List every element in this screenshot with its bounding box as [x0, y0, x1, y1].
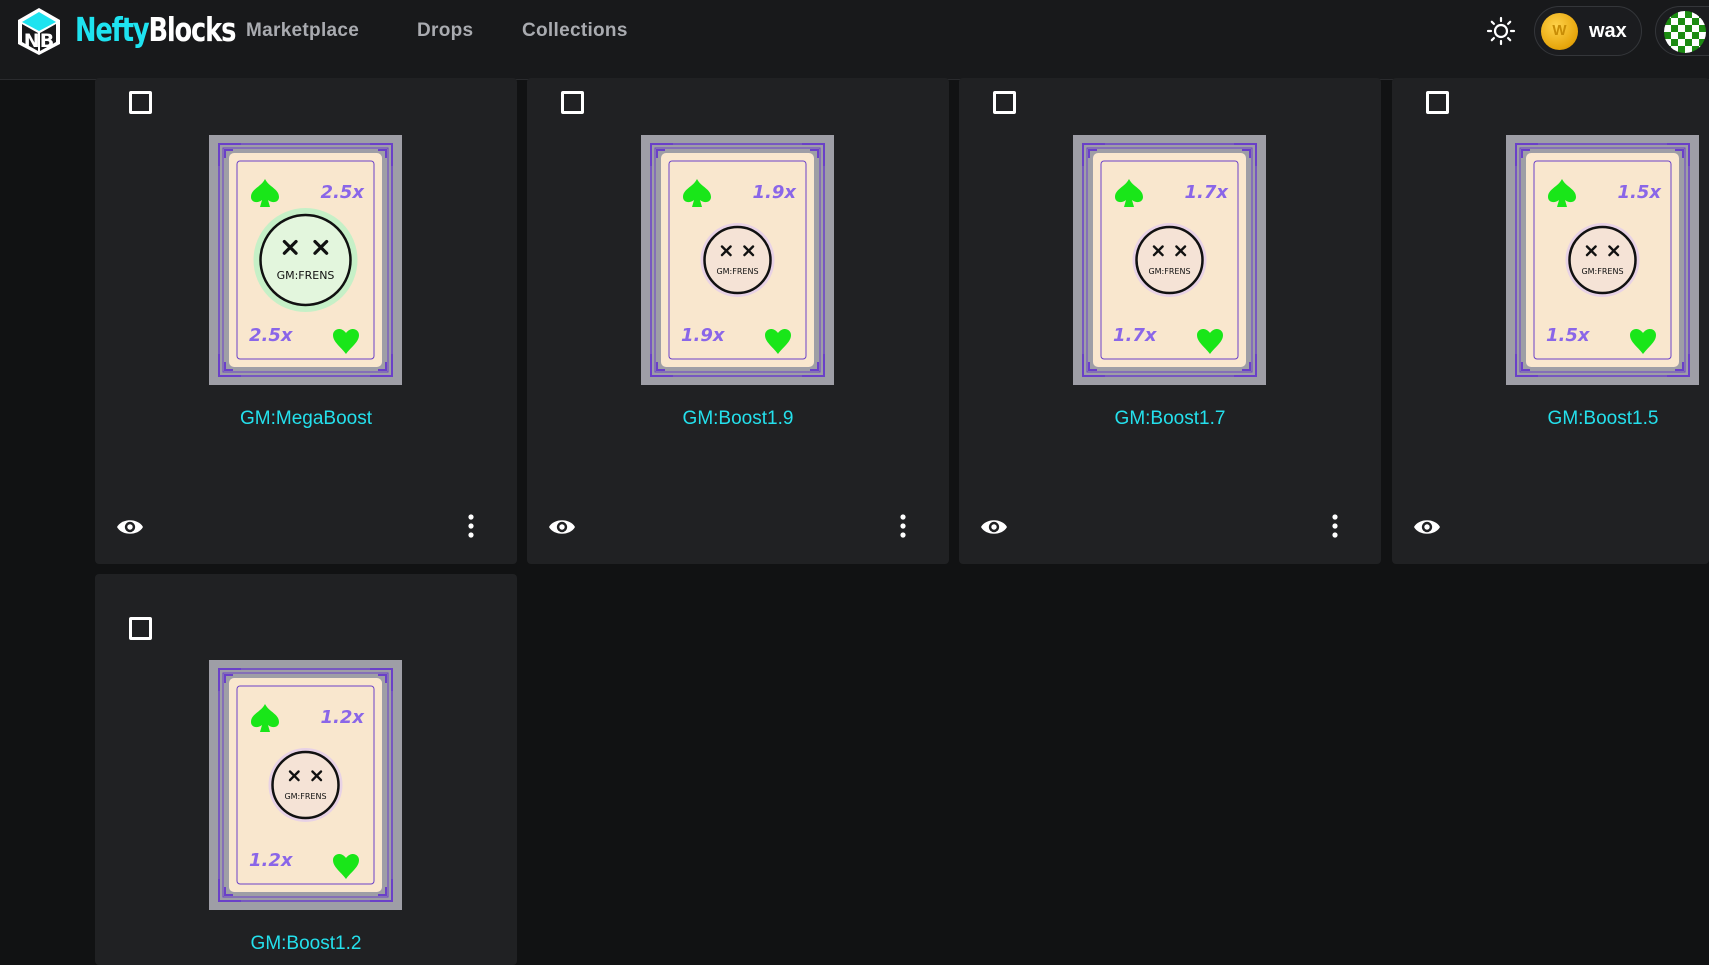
nft-card[interactable]: 1.9x 1.9x GM:FRENS GM:Boost1.9	[527, 78, 949, 564]
select-checkbox[interactable]	[129, 91, 152, 114]
card-artwork-image[interactable]: 2.5x 2.5x GM:FRENS	[209, 135, 402, 385]
card-title[interactable]: GM:Boost1.7	[959, 408, 1381, 430]
nav-drops[interactable]: Drops	[417, 20, 473, 42]
brand-wordmark[interactable]: NeftyBlocks	[75, 10, 236, 49]
brand-part-blocks: Blocks	[148, 10, 236, 49]
card-title[interactable]: GM:MegaBoost	[95, 408, 517, 430]
nefty-blocks-logo[interactable]: NB	[14, 6, 64, 56]
eye-icon[interactable]	[115, 515, 145, 539]
eye-icon[interactable]	[547, 515, 577, 539]
wallet-label: wax	[1589, 20, 1627, 42]
account-menu[interactable]	[1655, 6, 1709, 56]
smiley-face-icon	[1135, 225, 1204, 295]
multiplier-bottom: 1.9x	[681, 325, 726, 346]
theme-toggle-sun-icon[interactable]	[1486, 16, 1516, 46]
art-caption: GM:FRENS	[716, 267, 758, 276]
select-checkbox[interactable]	[993, 91, 1016, 114]
art-caption: GM:FRENS	[277, 269, 335, 282]
multiplier-top: 1.5x	[1618, 182, 1663, 203]
nav-marketplace[interactable]: Marketplace	[246, 20, 359, 42]
smiley-face-icon	[1568, 225, 1637, 295]
brand-part-nefty: Nefty	[75, 10, 150, 49]
eye-icon[interactable]	[979, 515, 1009, 539]
multiplier-bottom: 1.2x	[249, 850, 294, 871]
more-options-icon[interactable]	[897, 513, 909, 539]
nft-card[interactable]: 1.2x 1.2x GM:FRENS GM:Boost1.2	[95, 574, 517, 965]
multiplier-bottom: 1.7x	[1113, 325, 1158, 346]
smiley-face-icon	[271, 750, 340, 820]
top-navbar: NB NeftyBlocks Marketplace Drops Collect…	[0, 0, 1709, 80]
multiplier-top: 1.9x	[753, 182, 798, 203]
multiplier-top: 1.2x	[321, 707, 366, 728]
card-artwork-image[interactable]: 1.9x 1.9x GM:FRENS	[641, 135, 834, 385]
multiplier-bottom: 1.5x	[1546, 325, 1591, 346]
wallet-button[interactable]: W wax	[1534, 6, 1642, 56]
eye-icon[interactable]	[1412, 515, 1442, 539]
art-caption: GM:FRENS	[284, 792, 326, 801]
nav-collections[interactable]: Collections	[522, 20, 628, 42]
card-artwork-image[interactable]: 1.2x 1.2x GM:FRENS	[209, 660, 402, 910]
select-checkbox[interactable]	[129, 617, 152, 640]
art-caption: GM:FRENS	[1148, 267, 1190, 276]
art-caption: GM:FRENS	[1581, 267, 1623, 276]
avatar	[1664, 11, 1706, 53]
wax-coin-icon: W	[1541, 13, 1578, 50]
card-title[interactable]: GM:Boost1.2	[95, 933, 517, 955]
nft-card[interactable]: 1.5x 1.5x GM:FRENS GM:Boost1.5	[1392, 78, 1709, 564]
nft-card[interactable]: 2.5x 2.5x GM:FRENS GM:MegaBoost	[95, 78, 517, 564]
more-options-icon[interactable]	[1329, 513, 1341, 539]
multiplier-top: 2.5x	[321, 182, 366, 203]
select-checkbox[interactable]	[1426, 91, 1449, 114]
card-title[interactable]: GM:Boost1.9	[527, 408, 949, 430]
multiplier-bottom: 2.5x	[249, 325, 294, 346]
more-options-icon[interactable]	[465, 513, 477, 539]
nft-card[interactable]: 1.7x 1.7x GM:FRENS GM:Boost1.7	[959, 78, 1381, 564]
multiplier-top: 1.7x	[1185, 182, 1230, 203]
card-artwork-image[interactable]: 1.5x 1.5x GM:FRENS	[1506, 135, 1699, 385]
smiley-face-icon	[703, 225, 772, 295]
select-checkbox[interactable]	[561, 91, 584, 114]
card-artwork-image[interactable]: 1.7x 1.7x GM:FRENS	[1073, 135, 1266, 385]
smiley-face-icon	[259, 213, 352, 307]
wax-coin-glyph: W	[1552, 22, 1567, 39]
card-title[interactable]: GM:Boost1.5	[1392, 408, 1709, 430]
logo-letters: NB	[24, 30, 54, 52]
